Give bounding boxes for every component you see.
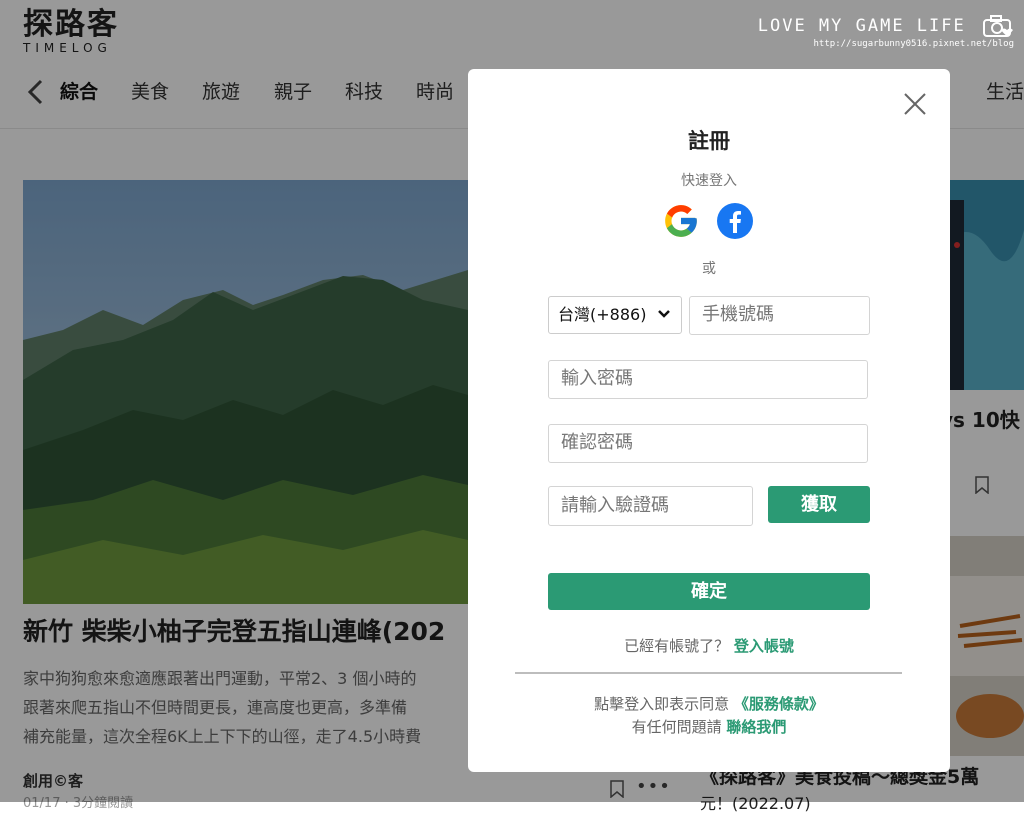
verification-code-input[interactable]: 請輸入驗證碼 [548, 486, 753, 526]
close-icon[interactable] [900, 89, 930, 119]
terms-line: 點擊登入即表示同意 《服務條款》 [468, 693, 950, 714]
contact-text: 有任何問題請 [631, 718, 722, 736]
watermark-title: LOVE MY GAME LIFE [758, 14, 1014, 38]
phone-number-input[interactable]: 手機號碼 [689, 296, 870, 335]
contact-line: 有任何問題請 聯絡我們 [468, 716, 950, 737]
have-account-text: 已經有帳號了？ [624, 637, 730, 655]
confirm-password-input[interactable]: 確認密碼 [548, 424, 868, 463]
contact-link[interactable]: 聯絡我們 [726, 718, 786, 736]
country-code-select[interactable]: 台灣(+886) [548, 296, 682, 334]
camera-icon [983, 15, 1013, 37]
watermark-title-text: LOVE MY GAME LIFE [757, 16, 966, 36]
modal-title: 註冊 [688, 129, 730, 153]
blog-watermark: LOVE MY GAME LIFE http://sugarbunny0516.… [758, 14, 1014, 50]
chevron-down-icon [658, 310, 670, 318]
get-code-button[interactable]: 獲取 [768, 486, 870, 523]
facebook-login-icon[interactable] [716, 202, 754, 240]
password-input[interactable]: 輸入密碼 [548, 360, 868, 399]
quick-login-label: 快速登入 [681, 173, 737, 189]
or-divider-text: 或 [702, 261, 716, 277]
country-code-value: 台灣(+886) [558, 305, 647, 324]
watermark-url: http://sugarbunny0516.pixnet.net/blog [813, 39, 1014, 49]
login-link[interactable]: 登入帳號 [734, 637, 794, 655]
confirm-button[interactable]: 確定 [548, 573, 870, 610]
google-login-icon[interactable] [662, 202, 700, 240]
register-modal: 註冊 快速登入 或 台灣(+886) 手機號碼 輸入密碼 確認密碼 請輸入驗證碼… [468, 69, 950, 772]
have-account-line: 已經有帳號了？ 登入帳號 [468, 635, 950, 656]
terms-text: 點擊登入即表示同意 [594, 695, 730, 713]
terms-link[interactable]: 《服務條款》 [734, 695, 824, 713]
divider [515, 672, 902, 674]
